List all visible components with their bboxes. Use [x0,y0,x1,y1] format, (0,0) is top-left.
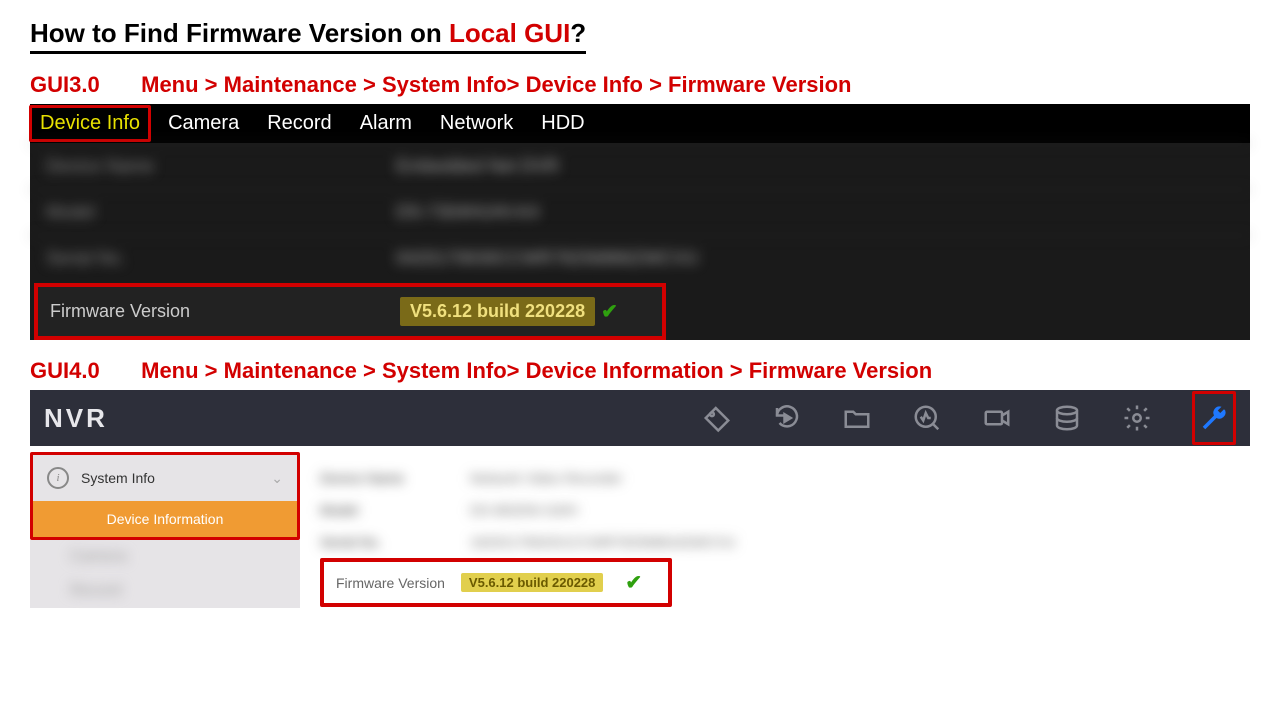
gui4-topbar: NVR [30,390,1250,446]
sidebar-item-record[interactable]: Record [30,574,300,608]
gui4-heading: GUI4.0 Menu > Maintenance > System Info>… [30,358,1250,384]
gui4-sidebar-highlight: i System Info ⌄ Device Information [30,452,300,540]
gui4-fw-label: Firmware Version [336,575,445,591]
nvr-logo: NVR [44,403,108,434]
gui4-row-device-name: Device NameNetwork Video Recorder [320,462,1230,494]
check-icon: ✔ [601,299,618,324]
search-activity-icon[interactable] [912,403,942,433]
wrench-icon[interactable] [1199,403,1229,433]
check-icon: ✔ [625,570,642,595]
maintenance-icon-highlight [1192,391,1236,445]
sidebar-item-device-information[interactable]: Device Information [33,501,297,537]
gui3-row-serial: Serial No. 0420170630CCWR78256866ZWCVU [30,235,1250,281]
playback-icon[interactable] [772,403,802,433]
gui4-fw-value: V5.6.12 build 220228 [461,573,603,592]
folder-icon[interactable] [842,403,872,433]
gui3-heading: GUI3.0 Menu > Maintenance > System Info>… [30,72,1250,98]
gui3-panel: Device Info Camera Record Alarm Network … [30,104,1250,340]
gui3-row-device-name: Device Name Embedded Net DVR [30,143,1250,189]
info-icon: i [47,467,69,489]
gui3-breadcrumb: Menu > Maintenance > System Info> Device… [141,72,851,97]
tab-device-info[interactable]: Device Info [29,105,151,142]
gui3-row-model: Model DS-7304HUHI-K4 [30,189,1250,235]
tab-camera[interactable]: Camera [168,112,239,135]
gui3-fw-label: Firmware Version [50,301,400,322]
gui3-tabs: Device Info Camera Record Alarm Network … [30,104,1250,143]
tag-icon[interactable] [702,403,732,433]
gui4-row-model: ModelDS-9632NI-I16/H [320,494,1230,526]
tab-record[interactable]: Record [267,112,331,135]
sidebar-item-camera[interactable]: Camera [30,540,300,574]
tab-alarm[interactable]: Alarm [360,112,412,135]
camera-icon[interactable] [982,403,1012,433]
chevron-down-icon: ⌄ [271,470,283,487]
sidebar-item-system-info[interactable]: i System Info ⌄ [33,455,297,501]
gui4-firmware-row: Firmware Version V5.6.12 build 220228 ✔ [320,558,672,607]
database-icon[interactable] [1052,403,1082,433]
tab-network[interactable]: Network [440,112,513,135]
gui4-row-serial: Serial No.1620217062021CCWR7825686162WCV… [320,526,1230,558]
gear-icon[interactable] [1122,403,1152,433]
gui3-firmware-row: Firmware Version V5.6.12 build 220228 ✔ [34,283,666,340]
gui4-breadcrumb: Menu > Maintenance > System Info> Device… [141,358,932,383]
gui3-fw-value: V5.6.12 build 220228 [400,297,595,326]
page-title: How to Find Firmware Version on Local GU… [30,18,586,54]
tab-hdd[interactable]: HDD [541,112,584,135]
